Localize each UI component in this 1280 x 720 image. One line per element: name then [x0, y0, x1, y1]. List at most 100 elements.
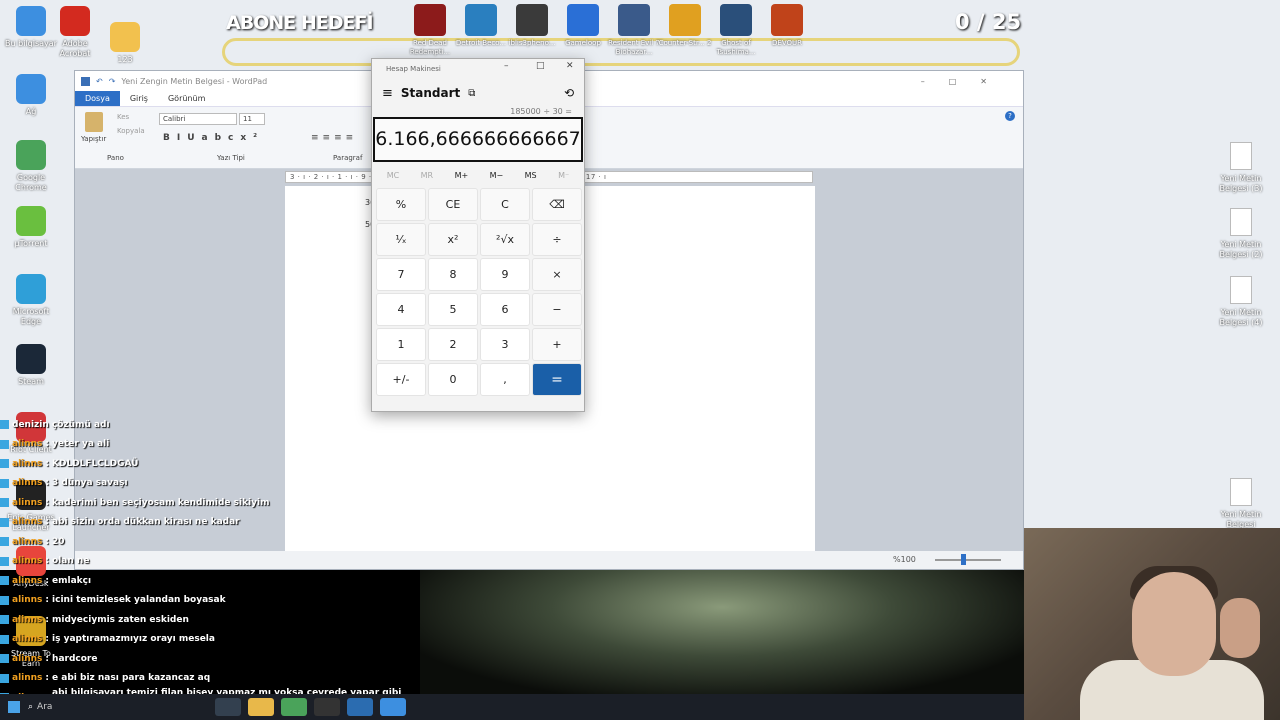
calc-key[interactable]: ×	[532, 258, 582, 291]
calc-key[interactable]: +/-	[376, 363, 426, 396]
desktop-icon[interactable]: µTorrent	[2, 206, 60, 249]
calc-key[interactable]: ⌫	[532, 188, 582, 221]
calc-key[interactable]: 8	[428, 258, 478, 291]
start-icon[interactable]	[8, 701, 20, 713]
desktop-icon-label: DEVOUR	[772, 39, 802, 47]
chat-separator: :	[45, 673, 50, 684]
calc-key[interactable]: %	[376, 188, 426, 221]
zoom-slider-thumb[interactable]	[961, 554, 966, 565]
calc-key[interactable]: −	[532, 293, 582, 326]
desktop-icon[interactable]: iblis3pheno...	[504, 4, 560, 48]
steam-icon	[16, 344, 46, 374]
calc-key[interactable]: ÷	[532, 223, 582, 256]
calc-key[interactable]: 4	[376, 293, 426, 326]
desktop-icon[interactable]: Yeni Metin Belgesi	[1209, 478, 1273, 530]
desktop-icon[interactable]: Microsoft Edge	[2, 274, 60, 327]
desktop-icon[interactable]: Yeni Metin Belgesi (3)	[1209, 142, 1273, 194]
minimize-icon[interactable]: –	[504, 61, 509, 71]
text-document-icon	[1230, 208, 1252, 236]
save-icon[interactable]	[81, 76, 90, 86]
memory-store-button[interactable]: MS	[525, 171, 537, 180]
desktop-icon[interactable]: DEVOUR	[759, 4, 815, 48]
calculator-taskbar-icon[interactable]	[347, 698, 374, 716]
menu-dosya[interactable]: Dosya	[75, 91, 120, 106]
group-paragraph: Paragraf	[333, 154, 363, 162]
twitch-icon	[0, 439, 9, 449]
calc-key[interactable]: 5	[428, 293, 478, 326]
paste-icon[interactable]	[85, 112, 103, 132]
cut-button[interactable]: Kes	[117, 113, 129, 121]
desktop-icon[interactable]: Yeni Metin Belgesi (2)	[1209, 208, 1273, 260]
memory-recall-button[interactable]: MR	[421, 171, 433, 180]
help-icon[interactable]: ?	[1005, 111, 1015, 121]
history-icon[interactable]: ⟲	[564, 86, 574, 100]
calc-key[interactable]: ¹⁄ₓ	[376, 223, 426, 256]
paragraph-buttons[interactable]: ≡≡≡≡	[311, 133, 357, 143]
window-title: Hesap Makinesi	[386, 65, 441, 73]
desktop-icon[interactable]: Ağ	[2, 74, 60, 117]
chat-username: alinns	[12, 439, 43, 450]
chat-message: alinns : yeter ya ali	[0, 435, 420, 455]
desktop-icon-label: 123	[117, 55, 133, 64]
copy-button[interactable]: Kopyala	[117, 127, 145, 135]
desktop-icon[interactable]: Yeni Metin Belgesi (4)	[1209, 276, 1273, 328]
calc-key[interactable]: 1	[376, 328, 426, 361]
calc-key[interactable]: C	[480, 188, 530, 221]
calc-key[interactable]: CE	[428, 188, 478, 221]
desktop-icon[interactable]: Steam	[2, 344, 60, 387]
search-icon[interactable]: ⌕	[28, 702, 33, 712]
desktop-icon[interactable]: 123	[96, 22, 154, 65]
window-controls[interactable]: –□✕	[921, 77, 1011, 86]
wordpad-taskbar-icon[interactable]	[380, 698, 407, 716]
calc-key[interactable]: ²√x	[480, 223, 530, 256]
keep-on-top-icon[interactable]: ⧉	[468, 88, 475, 99]
search-input[interactable]: Ara	[37, 702, 167, 712]
calc-key[interactable]: 3	[480, 328, 530, 361]
desktop-icon[interactable]: Counter-Str... 2	[657, 4, 713, 48]
calc-key[interactable]: +	[532, 328, 582, 361]
utorrent-icon	[16, 206, 46, 236]
memory-subtract-button[interactable]: M−	[490, 171, 504, 180]
chat-username: alinns	[12, 575, 43, 586]
desktop-icon[interactable]: Gameloop	[555, 4, 611, 48]
menu-giris[interactable]: Giriş	[120, 91, 158, 106]
calc-key[interactable]: 2	[428, 328, 478, 361]
desktop-icon[interactable]: Resident Evil 7 Biohazar...	[606, 4, 662, 57]
redo-icon[interactable]: ↷	[109, 77, 116, 86]
desktop-icon[interactable]: Detroit Beco...	[453, 4, 509, 48]
twitch-icon	[0, 537, 9, 547]
chat-username: alinns	[12, 497, 43, 508]
memory-add-button[interactable]: M+	[455, 171, 469, 180]
calc-key[interactable]: ,	[480, 363, 530, 396]
paste-button[interactable]: Yapıştır	[81, 135, 106, 143]
calc-key[interactable]: 9	[480, 258, 530, 291]
chat-separator: :	[45, 497, 50, 508]
memory-clear-button[interactable]: MC	[387, 171, 400, 180]
maximize-icon[interactable]: □	[536, 61, 545, 71]
menu-gorunum[interactable]: Görünüm	[158, 91, 215, 106]
game-icon	[516, 4, 548, 36]
task-view-icon[interactable]	[215, 698, 242, 716]
calculator-titlebar[interactable]: Hesap Makinesi – □ ✕	[372, 59, 584, 79]
font-size-select[interactable]: 11	[239, 113, 265, 125]
subscriber-goal-count: 0 / 25	[955, 10, 1022, 34]
font-select[interactable]: Calibri	[159, 113, 237, 125]
undo-icon[interactable]: ↶	[96, 77, 103, 86]
zoom-slider[interactable]	[935, 559, 1001, 561]
calc-key[interactable]: 6	[480, 293, 530, 326]
calc-key[interactable]: 0	[428, 363, 478, 396]
menu-icon[interactable]: ≡	[382, 86, 393, 101]
calc-key[interactable]: x²	[428, 223, 478, 256]
memory-list-button[interactable]: M⁻	[558, 171, 569, 180]
font-style-buttons[interactable]: BIUabcx²	[163, 133, 264, 143]
file-explorer-icon[interactable]	[248, 698, 275, 716]
calculator-window[interactable]: Hesap Makinesi – □ ✕ ≡ Standart ⧉ ⟲ 1850…	[371, 58, 585, 412]
obs-icon[interactable]	[314, 698, 341, 716]
calc-key[interactable]: =	[532, 363, 582, 396]
chrome-icon[interactable]	[281, 698, 308, 716]
close-icon[interactable]: ✕	[566, 61, 574, 71]
desktop-icon[interactable]: Red Dead Redempti...	[402, 4, 458, 57]
desktop-icon[interactable]: Ghost of Tsushima...	[708, 4, 764, 57]
desktop-icon[interactable]: Google Chrome	[2, 140, 60, 193]
calc-key[interactable]: 7	[376, 258, 426, 291]
